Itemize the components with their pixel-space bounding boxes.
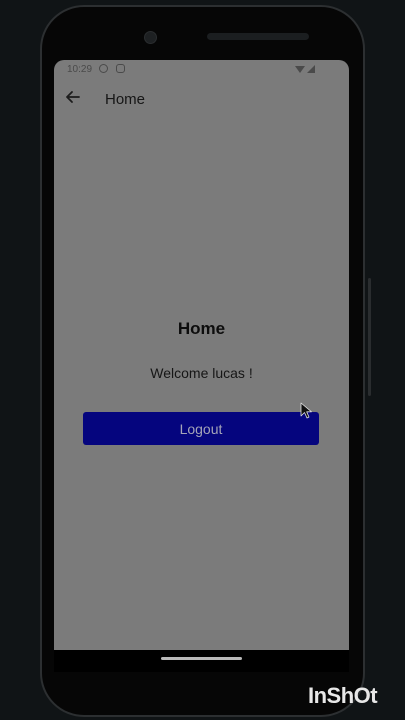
app-screen: 10:29 Home Home Welcome lucas ! Logout [54,60,349,650]
home-indicator[interactable] [161,657,242,660]
wifi-icon [295,66,305,73]
front-camera [144,31,157,44]
video-frame: 10:29 Home Home Welcome lucas ! Logout I… [0,0,405,720]
inshot-watermark: InShOt [308,683,378,708]
mouse-cursor-icon [300,402,314,420]
page-title: Home [177,319,226,338]
status-time: 10:29 [67,64,93,75]
phone-side-button [368,278,371,396]
app-bar-title: Home [105,91,146,108]
notification-icon [116,64,125,73]
privacy-shield-icon [99,64,108,73]
logout-button[interactable]: Logout [83,412,319,445]
welcome-message: Welcome lucas ! [150,365,253,381]
app-bar: Home [54,80,349,120]
status-bar: 10:29 [54,60,349,80]
earpiece-speaker [207,33,309,40]
arrow-left-icon[interactable] [64,88,82,106]
cellular-signal-icon [307,65,315,73]
navigation-bar [54,650,349,672]
